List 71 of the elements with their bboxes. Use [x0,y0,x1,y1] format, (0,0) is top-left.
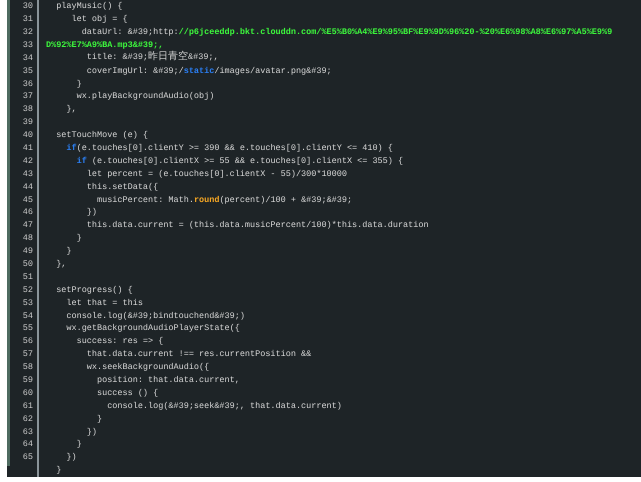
code-line: }, [65,105,77,114]
line-number: 48 [22,234,33,243]
code-line: success () { [96,388,158,398]
code-line: wx.getBackgroundAudioPlayerState({ [65,324,240,333]
code-line: setTouchMove (e) { [55,131,148,140]
line-number: 36 [22,80,33,88]
code-line: success: res => { [76,337,164,346]
code-line: } [65,247,72,256]
code-line: console.log(&#39;seek&#39;, that.data.current) [106,402,342,410]
code-line: position: that.data.current, [96,376,240,385]
code-line: } [55,466,62,475]
code-line: } [76,440,82,449]
line-number: 61 [22,402,33,410]
code-line: musicPercent: Math.round(percent)/100 + &#39;&#39; [96,196,352,204]
code-line: let that = this [65,298,143,308]
line-number: 65 [22,453,33,462]
code-line: that.data.current !== res.currentPosition && [86,350,312,359]
line-number: 44 [22,182,33,192]
line-number: 60 [22,388,33,398]
code-line: } [76,234,82,243]
line-number: 37 [22,92,33,101]
code-line: if(e.touches[0].clientY >= 390 && e.touches[0].clientY <= 410) { [65,144,393,152]
line-number: 30 [22,2,33,11]
code-line: setProgress() { [55,286,133,294]
code-line: wx.seekBackgroundAudio({ [86,363,210,372]
code-line: }) [86,428,98,436]
line-number: 46 [22,208,33,217]
line-number: 47 [22,221,33,230]
code-line: playMusic() { [55,2,123,11]
line-number: 34 [22,54,33,62]
line-number: 35 [22,66,33,76]
line-number: 31 [22,15,33,24]
line-number: 40 [22,131,33,140]
line-number: 33 [22,40,33,50]
code-line: console.log(&#39;bindtouchend&#39;) [65,312,245,320]
line-number: 52 [22,286,33,294]
line-number: 43 [22,170,33,178]
line-number: 53 [22,298,33,308]
line-number: 58 [22,363,33,372]
code-line: D%92%E7%A9%BA.mp3&#39;, [46,40,164,50]
code-line: let percent = (e.touches[0].clientX - 55)/300*10000 [86,170,347,178]
line-number: 55 [22,324,33,333]
code-line: }) [65,453,77,462]
code-line: coverImgUrl: &#39;/static/images/avatar.png&#39; [86,66,332,76]
code-line: wx.playBackgroundAudio(obj) [76,92,214,101]
line-number: 50 [22,260,33,268]
line-number: 51 [22,272,33,282]
code-line: } [96,414,102,424]
code-line: title: &#39;昨日青空&#39;, [86,53,219,63]
line-number: 45 [22,196,33,204]
code-line: this.data.current = (this.data.musicPercent/100)*this.data.duration [86,221,429,230]
line-number: 39 [22,118,33,127]
line-number: 57 [22,350,33,359]
code-line: }, [55,260,66,268]
line-number: 54 [22,312,33,320]
code-line: let obj = { [70,15,128,24]
line-number: 49 [22,247,33,256]
code-line: }) [86,208,98,217]
line-number: 56 [22,337,33,346]
line-number: 63 [22,428,33,436]
code-line: dataUrl: &#39;http://p6jceeddp.bkt.clouddn.com/%E5%B0%A4%E9%95%BF%E9%9D%96%20-%20%E6%98%A8%E6%97%A5%E9%9 [80,28,612,36]
line-number: 64 [22,440,33,449]
line-number: 32 [22,28,33,36]
line-number: 38 [22,105,33,114]
code-line: this.setData({ [86,182,158,192]
line-number: 62 [22,414,33,424]
code-line: } [76,80,82,88]
code-line: if (e.touches[0].clientX >= 55 && e.touches[0].clientX <= 355) { [76,156,404,166]
line-number: 41 [22,144,33,152]
line-number: 42 [22,156,33,166]
line-number: 59 [22,376,33,385]
